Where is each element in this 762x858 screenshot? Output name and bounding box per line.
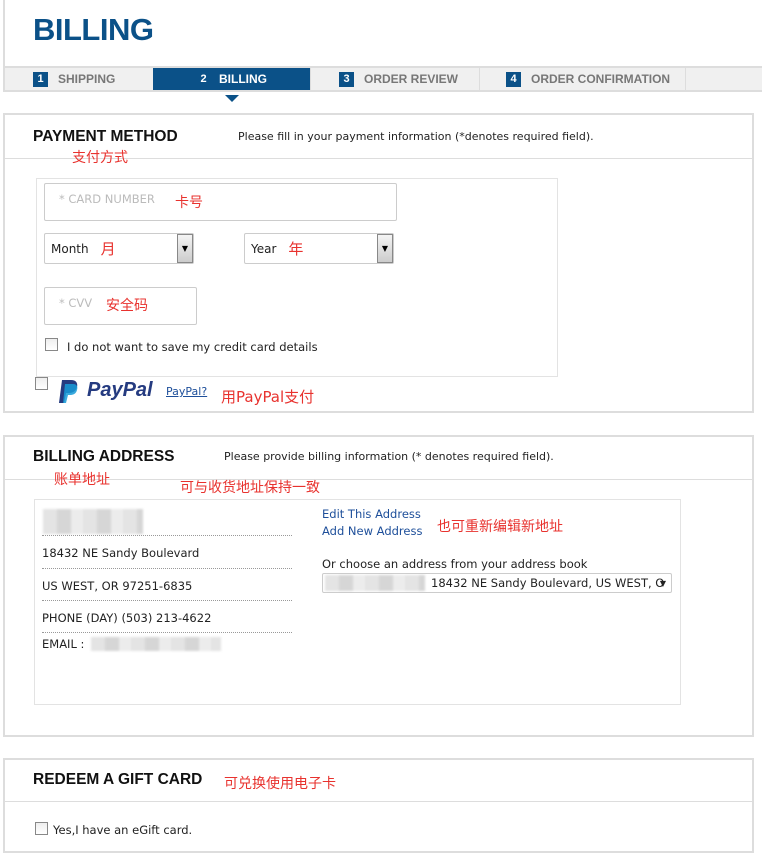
paypal-logo: PayPal	[87, 379, 153, 401]
card-number-input[interactable]: * CARD NUMBER	[44, 183, 397, 221]
paypal-checkbox[interactable]	[35, 377, 48, 390]
billing-address-section: BILLING ADDRESS Please provide billing i…	[3, 435, 754, 737]
add-address-link[interactable]: Add New Address	[322, 524, 422, 538]
divider	[42, 535, 292, 536]
divider	[42, 568, 292, 569]
step-number: 3	[339, 71, 354, 87]
edit-address-link[interactable]: Edit This Address	[322, 507, 421, 521]
select-value: 18432 NE Sandy Boulevard, US WEST, O	[431, 576, 665, 590]
annotation: 安全码	[106, 298, 148, 314]
step-label: BILLING	[219, 72, 267, 86]
select-value: Year	[251, 241, 277, 256]
month-select[interactable]: Month 月 ▼	[44, 233, 194, 264]
annotation: 可与收货地址保持一致	[180, 480, 320, 496]
step-order-review[interactable]: 3 ORDER REVIEW	[311, 68, 480, 90]
egift-checkbox[interactable]	[35, 822, 48, 835]
divider	[42, 632, 292, 633]
step-order-confirmation[interactable]: 4 ORDER CONFIRMATION	[480, 68, 686, 90]
annotation: 可兑换使用电子卡	[224, 776, 336, 792]
step-label: SHIPPING	[58, 72, 116, 86]
step-number: 1	[33, 71, 48, 87]
redacted-email	[91, 637, 221, 651]
annotation: 用PayPal支付	[221, 388, 315, 406]
chevron-down-icon[interactable]: ▼	[660, 579, 666, 588]
annotation: 月	[100, 240, 116, 258]
checkbox-label: Yes,I have an eGift card.	[53, 823, 193, 837]
redacted-name	[43, 509, 143, 534]
section-title: BILLING ADDRESS	[33, 448, 175, 465]
annotation: 卡号	[175, 195, 203, 211]
chevron-down-icon[interactable]: ▼	[377, 234, 393, 263]
annotation: 支付方式	[72, 150, 128, 166]
address-street: 18432 NE Sandy Boulevard	[42, 546, 200, 560]
address-phone: PHONE (DAY) (503) 213-4622	[42, 611, 212, 625]
address-city: US WEST, OR 97251-6835	[42, 579, 193, 593]
section-note: Please provide billing information (* de…	[224, 450, 554, 463]
step-billing[interactable]: 2 BILLING	[153, 68, 311, 90]
section-title: PAYMENT METHOD	[33, 128, 178, 145]
paypal-icon	[59, 380, 78, 403]
gift-card-section: REDEEM A GIFT CARD 可兑换使用电子卡 Yes,I have a…	[3, 758, 754, 853]
section-note: Please fill in your payment information …	[238, 130, 594, 143]
active-step-indicator-icon	[225, 95, 239, 102]
no-save-card-checkbox[interactable]	[45, 338, 58, 351]
select-value: Month	[51, 241, 89, 256]
placeholder: * CVV	[59, 296, 93, 310]
step-label: ORDER REVIEW	[364, 72, 459, 86]
chevron-down-icon[interactable]: ▼	[177, 234, 193, 263]
divider	[42, 600, 292, 601]
checkout-steps: 1 SHIPPING 2 BILLING 3 ORDER REVIEW 4 ORDER …	[3, 66, 762, 92]
placeholder: * CARD NUMBER	[59, 192, 155, 206]
annotation: 也可重新编辑新地址	[437, 519, 563, 535]
address-book-label: Or choose an address from your address b…	[322, 557, 588, 571]
annotation: 账单地址	[54, 472, 110, 488]
step-shipping[interactable]: 1 SHIPPING	[33, 68, 155, 90]
step-number: 4	[506, 71, 521, 87]
checkbox-label: I do not want to save my credit card det…	[67, 340, 318, 354]
year-select[interactable]: Year 年 ▼	[244, 233, 394, 264]
step-number: 2	[200, 72, 207, 85]
step-label: ORDER CONFIRMATION	[531, 72, 671, 86]
redacted-address-name	[325, 575, 425, 591]
email-label: EMAIL :	[42, 637, 85, 651]
page-title: BILLING	[33, 12, 154, 47]
paypal-info-link[interactable]: PayPal?	[166, 385, 207, 398]
section-title: REDEEM A GIFT CARD	[33, 771, 203, 788]
annotation: 年	[288, 240, 304, 258]
payment-method-section: PAYMENT METHOD Please fill in your payme…	[3, 113, 754, 413]
